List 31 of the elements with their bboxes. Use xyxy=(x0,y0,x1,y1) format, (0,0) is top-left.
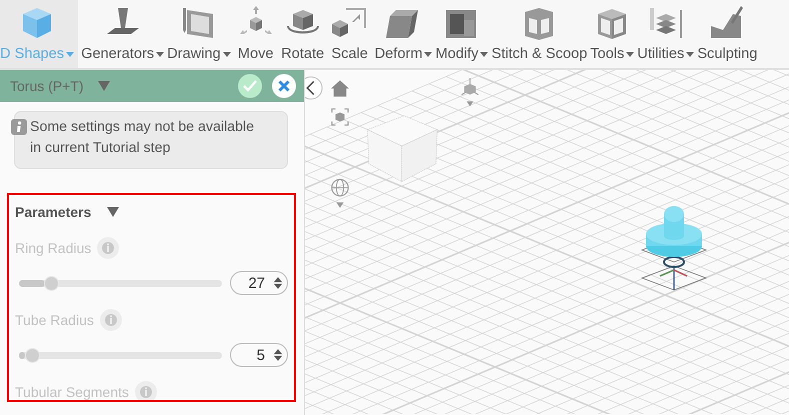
panel-title: Torus (P+T) xyxy=(10,78,84,94)
toolbar-button[interactable]: Tools xyxy=(590,0,634,68)
section-title: Parameters xyxy=(15,204,92,220)
spinner-icon[interactable] xyxy=(273,275,283,291)
axis-view-icon[interactable] xyxy=(460,78,480,108)
parameter-label: Tube Radius xyxy=(15,312,94,328)
toolbar-button[interactable]: Utilities xyxy=(637,0,694,68)
info-icon[interactable] xyxy=(100,309,122,331)
dropdown-caret-icon[interactable] xyxy=(98,81,110,91)
info-icon[interactable] xyxy=(97,237,120,259)
toolbar-button[interactable]: Modify xyxy=(435,0,488,68)
toolbar-button[interactable]: Sculpting xyxy=(697,0,758,68)
toolbar-button[interactable]: Rotate xyxy=(280,0,325,68)
info-message: Some settings may not be available in current Tutorial step xyxy=(30,118,255,158)
toolbar-button[interactable]: Stitch & Scoop xyxy=(491,0,588,68)
parameter-label: Ring Radius xyxy=(15,240,92,256)
toolbar-button[interactable]: Deform xyxy=(374,0,432,68)
collapse-caret-icon[interactable] xyxy=(107,207,120,217)
toolbar-button[interactable]: Drawing xyxy=(167,0,231,68)
parameter-label: Tubular Segments xyxy=(15,384,129,400)
info-icon[interactable] xyxy=(134,381,157,400)
home-icon[interactable] xyxy=(331,80,349,97)
toolbar-button[interactable]: Generators xyxy=(81,0,164,68)
collapse-panel-button[interactable] xyxy=(305,76,323,100)
toolbar-button[interactable]: Move xyxy=(234,0,278,68)
fit-view-icon[interactable] xyxy=(331,108,349,126)
spinner-icon[interactable] xyxy=(273,347,283,363)
toolbar-button[interactable]: Scale xyxy=(328,0,372,68)
confirm-button[interactable] xyxy=(238,74,262,98)
info-icon xyxy=(11,119,27,135)
close-button[interactable] xyxy=(272,74,296,98)
